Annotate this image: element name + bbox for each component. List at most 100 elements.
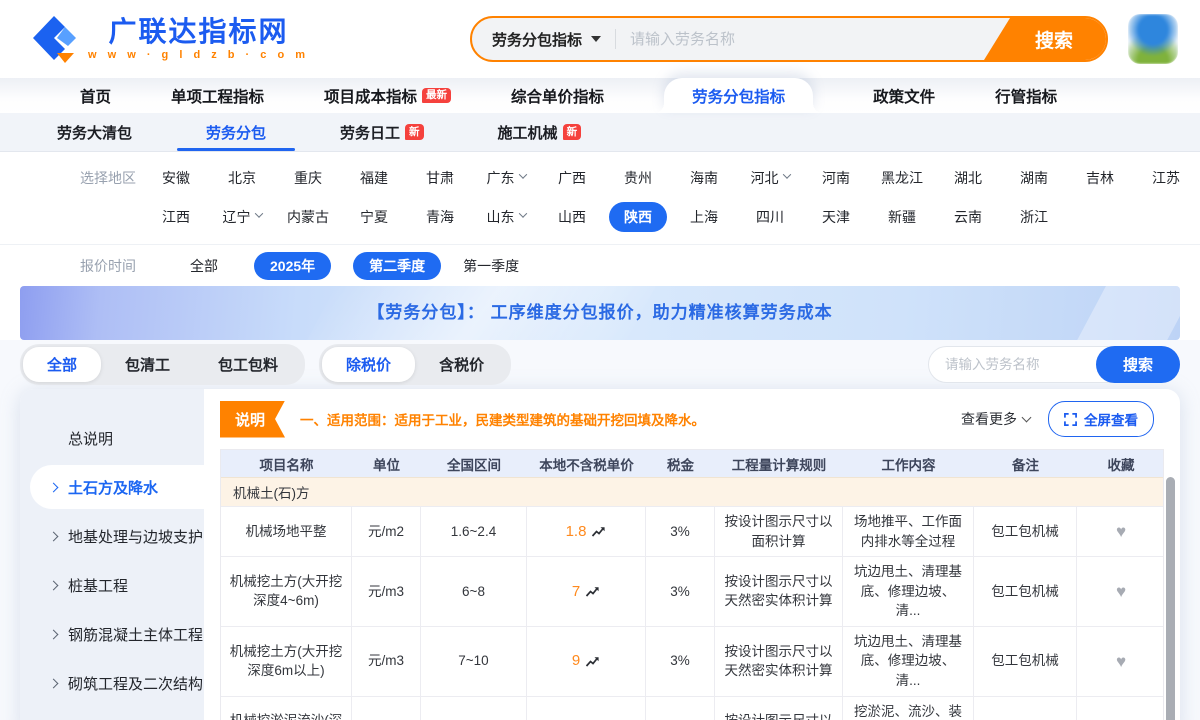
time-option-第二季度[interactable]: 第二季度 [353, 252, 441, 280]
region-item-宁夏[interactable]: 宁夏 [360, 207, 388, 227]
lower-section: 全部包清工包工包料 除税价含税价 搜索 总说明土石方及降水地基处理与边坡支护桩基… [0, 340, 1200, 720]
region-item-山东[interactable]: 山东 [487, 207, 526, 227]
sidebar-item-钢筋混凝土主体工程[interactable]: 钢筋混凝土主体工程 [30, 612, 204, 656]
region-item-label: 北京 [228, 168, 256, 188]
nav-item-项目成本指标[interactable]: 项目成本指标最新 [324, 78, 451, 113]
top-header: 广联达指标网 w w w · g l d z b · c o m 劳务分包指标 … [0, 0, 1200, 78]
heart-icon[interactable]: ♥ [1116, 523, 1126, 540]
region-item-海南[interactable]: 海南 [690, 168, 718, 188]
region-item-陕西[interactable]: 陕西 [609, 202, 667, 232]
region-item-江苏[interactable]: 江苏 [1152, 168, 1180, 188]
region-item-内蒙古[interactable]: 内蒙古 [287, 207, 329, 227]
region-item-河南[interactable]: 河南 [822, 168, 850, 188]
region-item-甘肃[interactable]: 甘肃 [426, 168, 454, 188]
region-item-上海[interactable]: 上海 [690, 207, 718, 227]
table-row: 机械挖土方(大开挖深度6m以上)元/m37~1093%按设计图示尺寸以天然密实体… [221, 626, 1163, 696]
region-item-新疆[interactable]: 新疆 [888, 207, 916, 227]
sidebar-item-桩基工程[interactable]: 桩基工程 [30, 563, 204, 607]
cell-favorite[interactable]: ♥ [1077, 557, 1165, 626]
subnav-item-劳务大清包[interactable]: 劳务大清包 [57, 113, 132, 151]
chevron-down-icon [782, 170, 790, 178]
chevron-down-icon [254, 209, 262, 217]
time-option-全部[interactable]: 全部 [190, 258, 218, 274]
nav-item-综合单价指标[interactable]: 综合单价指标 [511, 78, 604, 113]
cell-local-price[interactable]: 1.8 [527, 507, 646, 556]
region-item-贵州[interactable]: 贵州 [624, 168, 652, 188]
nav-item-政策文件[interactable]: 政策文件 [873, 78, 935, 113]
region-item-黑龙江[interactable]: 黑龙江 [881, 168, 923, 188]
filter-tab-全部[interactable]: 全部 [23, 347, 101, 382]
region-item-湖南[interactable]: 湖南 [1020, 168, 1048, 188]
sidebar-item-砌筑工程及二次结构[interactable]: 砌筑工程及二次结构 [30, 661, 204, 705]
price-table: 项目名称单位全国区间本地不含税单价税金工程量计算规则工作内容备注收藏机械土(石)… [220, 449, 1164, 720]
scope-filter-group: 全部包清工包工包料 [20, 344, 305, 385]
region-item-安徽[interactable]: 安徽 [162, 168, 190, 188]
sidebar-item-总说明[interactable]: 总说明 [30, 416, 204, 460]
note-badge: 说明 [220, 401, 285, 438]
region-item-浙江[interactable]: 浙江 [1020, 207, 1048, 227]
time-option-2025年[interactable]: 2025年 [254, 252, 331, 280]
cell-tax: 3% [646, 507, 715, 556]
sidebar-item-label: 地基处理与边坡支护 [68, 526, 203, 547]
region-item-广西[interactable]: 广西 [558, 168, 586, 188]
region-item-山西[interactable]: 山西 [558, 207, 586, 227]
cell-favorite[interactable]: ♥ [1077, 507, 1165, 556]
region-item-天津[interactable]: 天津 [822, 207, 850, 227]
region-item-label: 上海 [690, 207, 718, 227]
region-item-河北[interactable]: 河北 [751, 168, 790, 188]
site-logo[interactable]: 广联达指标网 w w w · g l d z b · c o m [30, 15, 309, 63]
region-item-辽宁[interactable]: 辽宁 [223, 207, 262, 227]
cell-remark: 包工包机械 [974, 697, 1077, 720]
region-label: 选择地区 [0, 168, 143, 188]
filter-tab-包工包料[interactable]: 包工包料 [194, 347, 302, 382]
search-category-label: 劳务分包指标 [492, 29, 582, 50]
heart-icon[interactable]: ♥ [1116, 583, 1126, 600]
promo-banner: 【劳务分包】： 工序维度分包报价，助力精准核算劳务成本 [20, 286, 1180, 340]
column-header-收藏: 收藏 [1077, 450, 1165, 477]
region-item-云南[interactable]: 云南 [954, 207, 982, 227]
region-item-江西[interactable]: 江西 [162, 207, 190, 227]
sidebar-item-装饰装修工程[interactable]: 装饰装修工程 [30, 710, 204, 720]
view-more-link[interactable]: 查看更多 [961, 409, 1030, 429]
region-item-四川[interactable]: 四川 [756, 207, 784, 227]
subnav-item-施工机械[interactable]: 施工机械新 [498, 113, 582, 151]
region-item-label: 黑龙江 [881, 168, 923, 188]
subnav-item-劳务分包[interactable]: 劳务分包 [206, 113, 266, 151]
nav-item-单项工程指标[interactable]: 单项工程指标 [171, 78, 264, 113]
subnav-item-label: 施工机械 [498, 122, 558, 143]
heart-icon[interactable]: ♥ [1116, 653, 1126, 670]
nav-item-首页[interactable]: 首页 [80, 78, 111, 113]
sidebar-item-地基处理与边坡支护[interactable]: 地基处理与边坡支护 [30, 514, 204, 558]
region-item-青海[interactable]: 青海 [426, 207, 454, 227]
filter-tab-含税价[interactable]: 含税价 [415, 347, 508, 382]
region-item-label: 安徽 [162, 168, 190, 188]
filter-tab-除税价[interactable]: 除税价 [322, 347, 415, 382]
region-item-label: 四川 [756, 207, 784, 227]
nav-item-劳务分包指标[interactable]: 劳务分包指标 [664, 78, 813, 113]
cell-local-price[interactable]: 7 [527, 557, 646, 626]
fullscreen-button[interactable]: 全屏查看 [1048, 401, 1154, 437]
region-item-北京[interactable]: 北京 [228, 168, 256, 188]
search-category-dropdown[interactable]: 劳务分包指标 [472, 29, 615, 50]
filter-tab-包清工[interactable]: 包清工 [101, 347, 194, 382]
sidebar-item-土石方及降水[interactable]: 土石方及降水 [30, 465, 204, 509]
region-item-吉林[interactable]: 吉林 [1086, 168, 1114, 188]
subnav-item-劳务日工[interactable]: 劳务日工新 [340, 113, 424, 151]
time-option-第一季度[interactable]: 第一季度 [463, 258, 519, 274]
column-header-全国区间: 全国区间 [421, 450, 527, 477]
table-scrollbar[interactable] [1166, 477, 1175, 720]
region-item-重庆[interactable]: 重庆 [294, 168, 322, 188]
region-item-label: 新疆 [888, 207, 916, 227]
region-item-湖北[interactable]: 湖北 [954, 168, 982, 188]
cell-local-price[interactable]: 15 [527, 697, 646, 720]
nav-item-label: 行管指标 [995, 85, 1057, 107]
cell-favorite[interactable]: ♥ [1077, 697, 1165, 720]
cell-local-price[interactable]: 9 [527, 627, 646, 696]
cell-favorite[interactable]: ♥ [1077, 627, 1165, 696]
user-avatar[interactable] [1128, 14, 1178, 64]
nav-item-行管指标[interactable]: 行管指标 [995, 78, 1057, 113]
region-item-广东[interactable]: 广东 [487, 168, 526, 188]
region-item-福建[interactable]: 福建 [360, 168, 388, 188]
region-item-label: 甘肃 [426, 168, 454, 188]
table-search-button[interactable]: 搜索 [1096, 346, 1180, 383]
